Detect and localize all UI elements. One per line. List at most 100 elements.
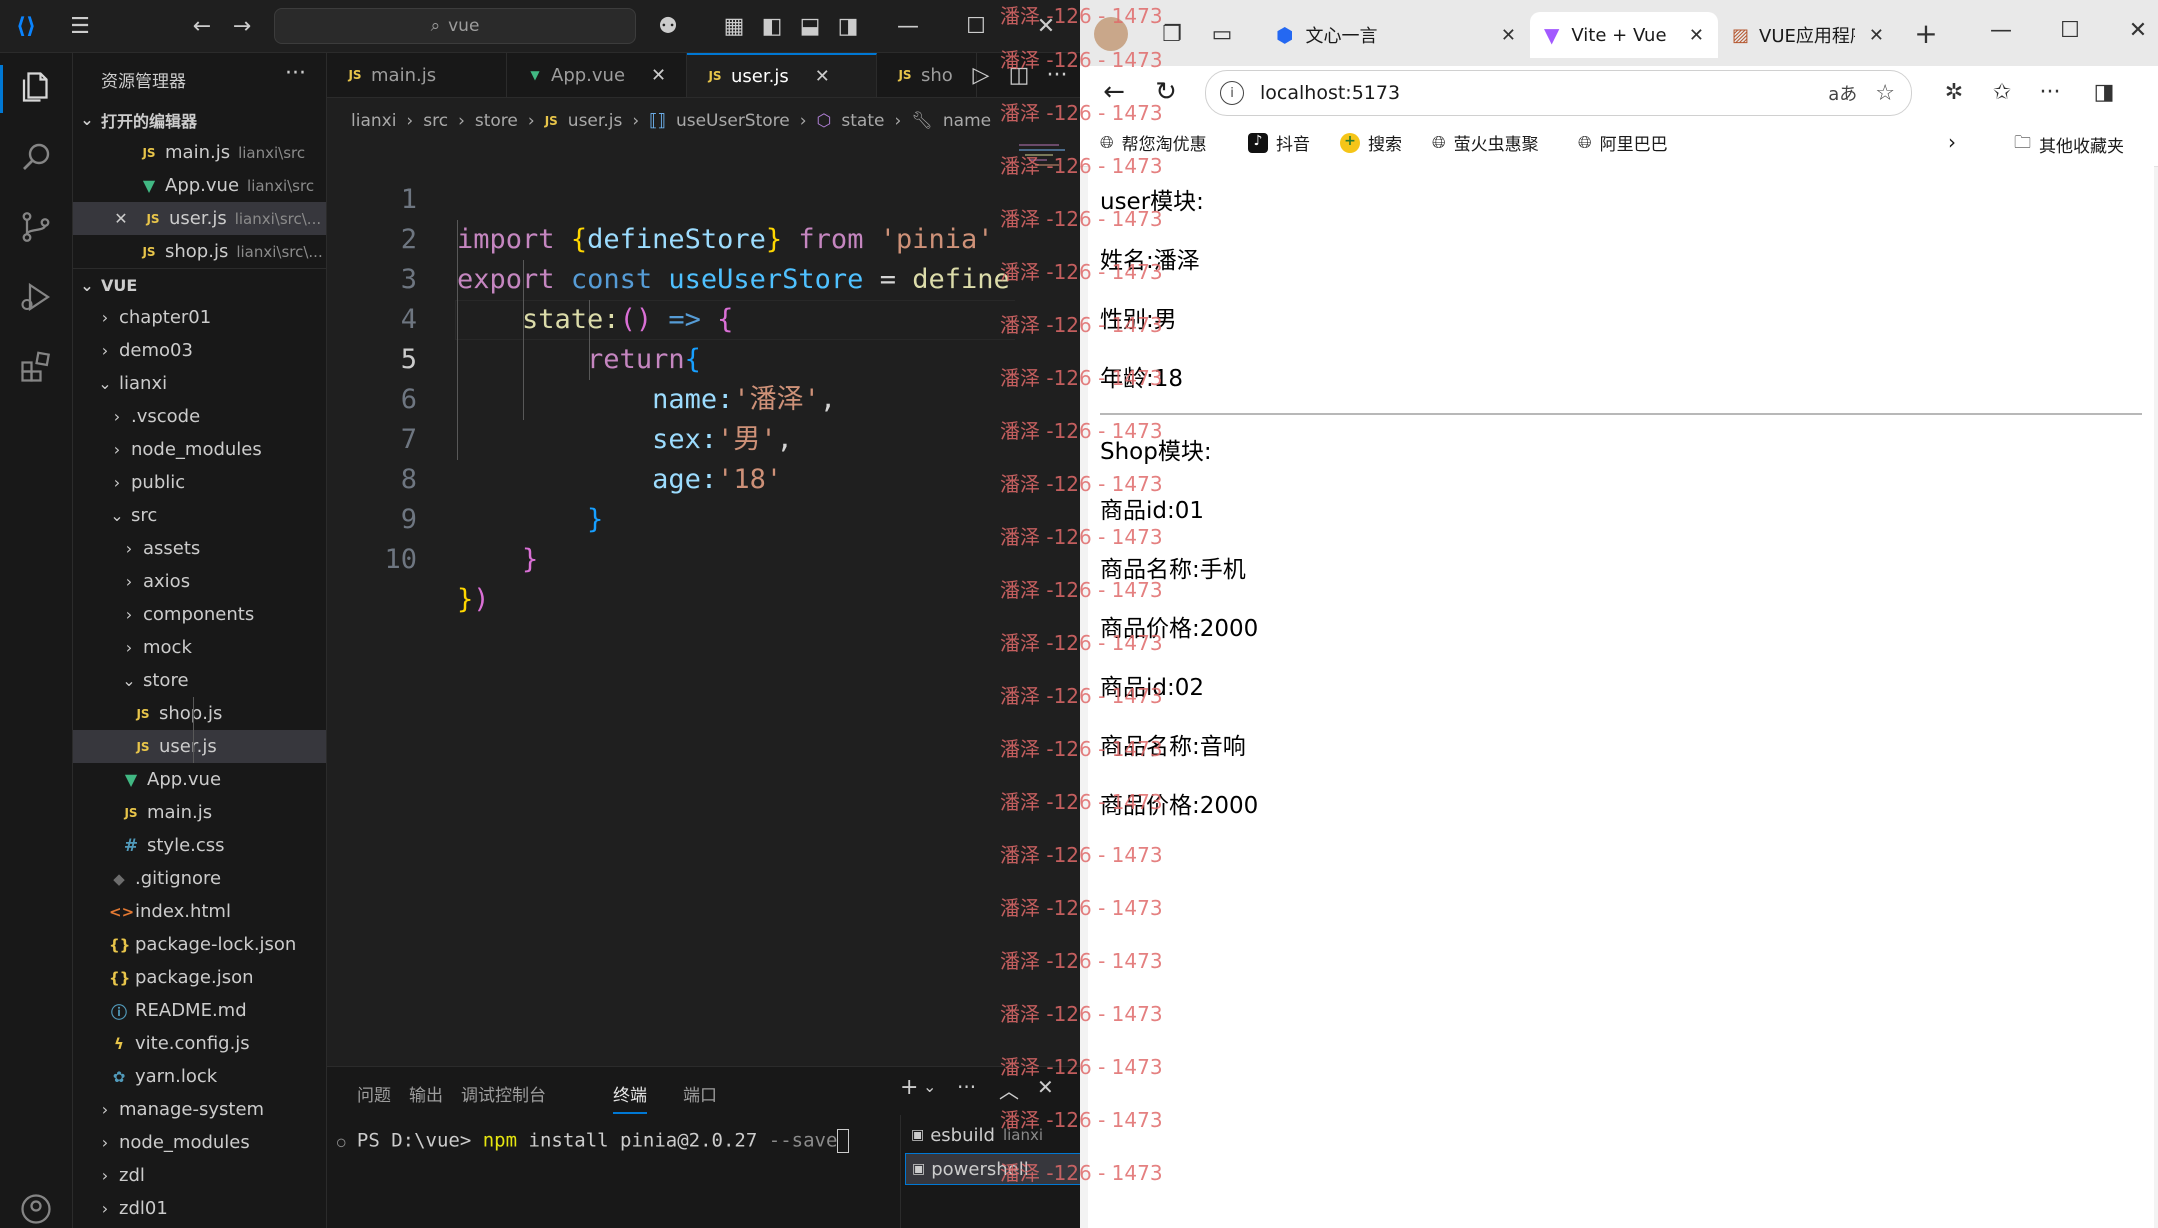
read-aloud-icon[interactable]: aあ [1828, 80, 1857, 106]
breadcrumb-item[interactable]: name [943, 111, 991, 131]
tree-file-selected[interactable]: JS user.js [73, 730, 326, 763]
tree-file[interactable]: ⓘ README.md [73, 994, 326, 1027]
back-arrow-icon[interactable]: ← [1098, 76, 1130, 108]
forward-arrow-icon[interactable]: → [226, 10, 258, 42]
back-arrow-icon[interactable]: ← [186, 10, 218, 42]
tree-file[interactable]: ✿ yarn.lock [73, 1060, 326, 1093]
tree-folder[interactable]: › demo03 [73, 334, 326, 367]
tree-folder[interactable]: › zdl01 [73, 1192, 326, 1225]
panel-tab-output[interactable]: 输出 [409, 1081, 443, 1106]
browser-tab-vite-vue[interactable]: ▼ Vite + Vue ✕ [1530, 12, 1718, 58]
close-icon[interactable]: ✕ [111, 209, 131, 228]
breadcrumb-item[interactable]: lianxi [351, 111, 396, 131]
breadcrumb-item[interactable]: src [423, 111, 448, 131]
menu-icon[interactable]: ☰ [64, 10, 96, 42]
tree-file[interactable]: ◆ .gitignore [73, 862, 326, 895]
terminal-output[interactable]: ○ PS D:\vue> npm install pinia@2.0.27 --… [337, 1129, 850, 1153]
tree-file[interactable]: {} package-lock.json [73, 928, 326, 961]
maximize-icon[interactable]: ☐ [2054, 14, 2086, 46]
sidebar-toggle-icon[interactable]: ◨ [2088, 76, 2120, 108]
account-icon[interactable] [18, 1191, 54, 1227]
browser-tab-vue-app[interactable]: ▨ VUE应用程序 ✕ [1718, 12, 1898, 58]
tree-folder[interactable]: › node_modules [73, 433, 326, 466]
address-bar[interactable]: i localhost:5173 aあ ☆ [1205, 70, 1912, 116]
open-editor-item-active[interactable]: ✕ JS user.js lianxi\src\... [73, 202, 326, 235]
tab-user-js[interactable]: JS user.js ✕ [687, 53, 877, 97]
tab-shop-js[interactable]: JS sho [877, 53, 977, 97]
workspaces-icon[interactable]: ❐ [1156, 18, 1188, 50]
extensions-icon[interactable]: ✲ [1938, 76, 1970, 108]
favorite-item[interactable]: + 搜索 [1340, 130, 1402, 155]
tree-folder[interactable]: › assets [73, 532, 326, 565]
favorite-item[interactable]: 🌐︎ 萤火虫惠聚 [1432, 130, 1539, 156]
new-tab-icon[interactable]: + [1910, 17, 1942, 50]
minimap[interactable] [1015, 140, 1080, 1060]
tree-folder[interactable]: › axios [73, 565, 326, 598]
command-center-search[interactable]: ⌕ vue [274, 8, 636, 44]
source-control-icon[interactable] [18, 209, 54, 245]
toggle-sidebar-icon[interactable]: ◧ [756, 10, 788, 42]
close-icon[interactable]: ✕ [1869, 25, 1884, 46]
tree-folder[interactable]: › components [73, 598, 326, 631]
breadcrumb-item[interactable]: store [475, 111, 518, 131]
code-editor[interactable]: 1 import {defineStore} from 'pinia' 2 ex… [327, 140, 1027, 1060]
breadcrumb-item[interactable]: user.js [568, 111, 623, 131]
more-actions-icon[interactable]: ··· [285, 61, 306, 86]
favorites-icon[interactable]: ✩ [1986, 76, 2018, 108]
open-editor-item[interactable]: ▼ App.vue lianxi\src [73, 169, 326, 202]
close-icon[interactable]: ✕ [651, 65, 666, 86]
tree-folder[interactable]: › node_modules [73, 1126, 326, 1159]
minimize-icon[interactable]: — [892, 10, 924, 42]
tree-folder[interactable]: › chapter01 [73, 301, 326, 334]
tree-file[interactable]: ▼ App.vue [73, 763, 326, 796]
profile-avatar[interactable] [1094, 17, 1128, 51]
tree-folder[interactable]: › public [73, 466, 326, 499]
copilot-icon[interactable]: ⚉ [652, 10, 684, 42]
terminal-item-powershell[interactable]: ▣ powershell [905, 1153, 1080, 1185]
tab-main-js[interactable]: JS main.js [327, 53, 507, 97]
search-view-icon[interactable] [18, 139, 54, 175]
maximize-icon[interactable]: ☐ [960, 10, 992, 42]
close-icon[interactable]: ✕ [1689, 25, 1704, 46]
close-window-icon[interactable]: ✕ [2122, 14, 2154, 46]
breadcrumb-item[interactable]: state [841, 111, 884, 131]
other-favorites[interactable]: 🗀 其他收藏夹 [2014, 130, 2124, 159]
tree-file[interactable]: ϟ vite.config.js [73, 1027, 326, 1060]
more-menu-icon[interactable]: ··· [2034, 76, 2066, 108]
close-icon[interactable]: ✕ [815, 66, 830, 87]
tree-file[interactable]: {} package.json [73, 961, 326, 994]
favorite-item[interactable]: 🌐︎ 阿里巴巴 [1578, 130, 1668, 156]
run-debug-icon[interactable] [18, 279, 54, 315]
close-panel-icon[interactable]: ✕ [1037, 1075, 1054, 1099]
panel-tab-problems[interactable]: 问题 [357, 1081, 391, 1106]
more-actions-icon[interactable]: ··· [1041, 59, 1073, 91]
favorite-item[interactable]: ♪ 抖音 [1248, 130, 1310, 155]
tree-folder[interactable]: › mock [73, 631, 326, 664]
new-terminal-icon[interactable]: + [900, 1075, 918, 1100]
close-window-icon[interactable]: ✕ [1030, 10, 1062, 42]
favorite-item[interactable]: 🌐︎ 帮您淘优惠 [1100, 130, 1207, 156]
tree-folder[interactable]: › zdl [73, 1159, 326, 1192]
panel-tab-ports[interactable]: 端口 [683, 1081, 717, 1106]
chevron-right-icon[interactable]: › [1948, 130, 1956, 154]
browser-tab-wenxin[interactable]: ⬢ 文心一言 ✕ [1262, 12, 1530, 58]
open-editor-item[interactable]: JS main.js lianxi\src [73, 136, 326, 169]
layout-customize-icon[interactable]: ▦ [718, 10, 750, 42]
tab-actions-icon[interactable]: ▭ [1206, 18, 1238, 50]
panel-tab-terminal[interactable]: 终端 [613, 1081, 647, 1114]
workspace-section[interactable]: ⌄ VUE [73, 268, 326, 302]
panel-tab-debug-console[interactable]: 调试控制台 [461, 1081, 546, 1106]
run-icon[interactable]: ▷ [965, 59, 997, 91]
maximize-panel-icon[interactable]: ︿ [999, 1075, 1019, 1104]
tree-file[interactable]: JS main.js [73, 796, 326, 829]
open-editor-item[interactable]: JS shop.js lianxi\src\... [73, 235, 326, 268]
minimize-icon[interactable]: — [1985, 14, 2017, 46]
breadcrumb-item[interactable]: useUserStore [676, 111, 790, 131]
toggle-secondary-sidebar-icon[interactable]: ◨ [832, 10, 864, 42]
tree-file[interactable]: # style.css [73, 829, 326, 862]
tree-file[interactable]: <> index.html [73, 895, 326, 928]
open-editors-section[interactable]: ⌄ 打开的编辑器 [73, 103, 326, 136]
tree-folder[interactable]: › .vscode [73, 400, 326, 433]
extensions-icon[interactable] [18, 349, 54, 385]
chevron-down-icon[interactable]: ⌄ [923, 1077, 936, 1096]
